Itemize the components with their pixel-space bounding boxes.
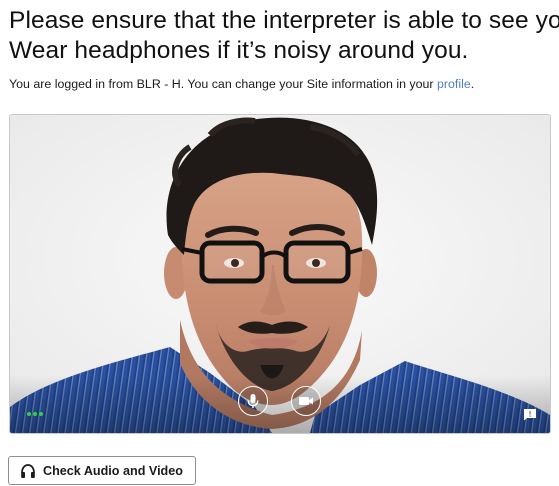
microphone-icon: [247, 394, 259, 408]
signal-dot: [33, 412, 37, 416]
login-info-text: You are logged in from BLR - H. You can …: [9, 76, 474, 92]
profile-link[interactable]: profile: [437, 77, 471, 91]
video-preview: [9, 114, 551, 434]
instruction-line-2: Wear headphones if it’s noisy around you…: [9, 37, 469, 64]
camera-toggle-button[interactable]: [291, 386, 321, 416]
check-audio-video-label: Check Audio and Video: [43, 463, 183, 478]
signal-dot: [39, 412, 43, 416]
login-info-prefix: You are logged in from BLR - H. You can …: [9, 77, 437, 91]
controls-overlay: [10, 375, 550, 433]
headphones-icon: [20, 463, 36, 479]
video-camera-icon: [299, 397, 313, 405]
check-audio-video-button[interactable]: Check Audio and Video: [8, 456, 196, 485]
microphone-toggle-button[interactable]: [238, 386, 268, 416]
login-info-suffix: .: [470, 77, 475, 91]
signal-dot: [27, 412, 31, 416]
instruction-heading: Please ensure that the interpreter is ab…: [9, 6, 559, 66]
device-check-page: Please ensure that the interpreter is ab…: [0, 0, 559, 486]
chat-icon[interactable]: [523, 408, 537, 421]
instruction-line-1: Please ensure that the interpreter is ab…: [9, 7, 559, 34]
connection-signal-indicator: [27, 412, 43, 416]
